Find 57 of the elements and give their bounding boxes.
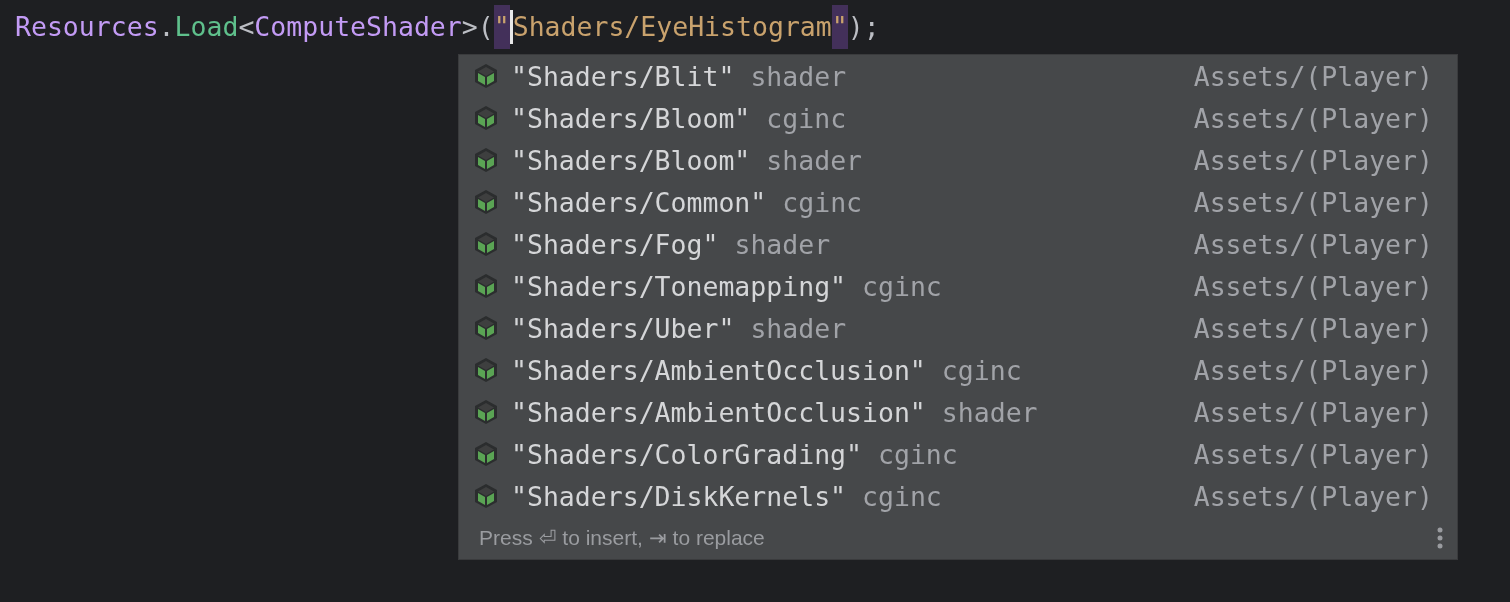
completion-name[interactable]: "Shaders/Bloom" <box>511 144 751 176</box>
completion-name[interactable]: "Shaders/Common" <box>511 186 767 218</box>
code-token: < <box>238 10 255 44</box>
asset-location: Assets/(Player) <box>1193 270 1433 302</box>
cube-icon <box>473 63 499 89</box>
code-token: Shaders/EyeHistogram <box>512 10 832 44</box>
completion-name[interactable]: "Shaders/Fog" <box>511 228 719 260</box>
cube-icon <box>473 441 499 467</box>
cube-icon <box>473 357 499 383</box>
more-icon[interactable] <box>1437 527 1443 549</box>
asset-location: Assets/(Player) <box>1193 480 1433 512</box>
asset-location: Assets/(Player) <box>1193 186 1433 218</box>
file-type: shader <box>766 144 863 176</box>
cube-icon <box>473 483 499 509</box>
code-token: . <box>158 10 175 44</box>
hint-text: Press ⏎ to insert, ⇥ to replace <box>479 526 765 550</box>
cube-icon <box>473 231 499 257</box>
cube-icon <box>473 147 499 173</box>
file-type: cginc <box>766 102 847 134</box>
code-token: ); <box>847 10 880 44</box>
completion-name[interactable]: "Shaders/DiskKernels" <box>511 480 847 512</box>
cube-icon <box>473 315 499 341</box>
code-token: Load <box>174 10 239 44</box>
cube-icon <box>473 399 499 425</box>
highlighted-quote: " <box>831 5 848 49</box>
file-type: cginc <box>862 480 942 512</box>
cube-icon <box>473 105 499 131</box>
completion-name[interactable]: "Shaders/AmbientOcclusion" <box>511 354 926 386</box>
file-type: shader <box>734 228 831 260</box>
completion-name[interactable]: "Shaders/Blit" <box>511 60 735 92</box>
code-token: Resources <box>15 10 159 44</box>
completion-name[interactable]: "Shaders/AmbientOcclusion" <box>511 396 926 428</box>
asset-location: Assets/(Player) <box>1193 144 1433 176</box>
file-type: cginc <box>878 438 958 470</box>
highlighted-quote: " <box>493 5 510 49</box>
completion-name[interactable]: "Shaders/Tonemapping" <box>511 270 847 302</box>
asset-location: Assets/(Player) <box>1193 312 1433 344</box>
code-token: >( <box>461 10 494 44</box>
completion-name[interactable]: "Shaders/ColorGrading" <box>511 438 862 470</box>
asset-location: Assets/(Player) <box>1193 102 1433 134</box>
asset-location: Assets/(Player) <box>1193 60 1433 92</box>
cube-icon <box>473 189 499 215</box>
code-token: ComputeShader <box>254 10 462 44</box>
cube-icon <box>473 273 499 299</box>
file-type: shader <box>941 396 1038 428</box>
completion-name[interactable]: "Shaders/Bloom" <box>511 102 751 134</box>
file-type: cginc <box>862 270 942 302</box>
file-type: cginc <box>941 354 1022 386</box>
asset-location: Assets/(Player) <box>1193 354 1433 386</box>
file-type: cginc <box>782 186 863 218</box>
completion-name[interactable]: "Shaders/Uber" <box>511 312 735 344</box>
asset-location: Assets/(Player) <box>1193 396 1433 428</box>
asset-location: Assets/(Player) <box>1193 228 1433 260</box>
asset-location: Assets/(Player) <box>1193 438 1433 470</box>
file-type: shader <box>750 60 847 92</box>
text-caret <box>509 10 513 44</box>
file-type: shader <box>750 312 847 344</box>
